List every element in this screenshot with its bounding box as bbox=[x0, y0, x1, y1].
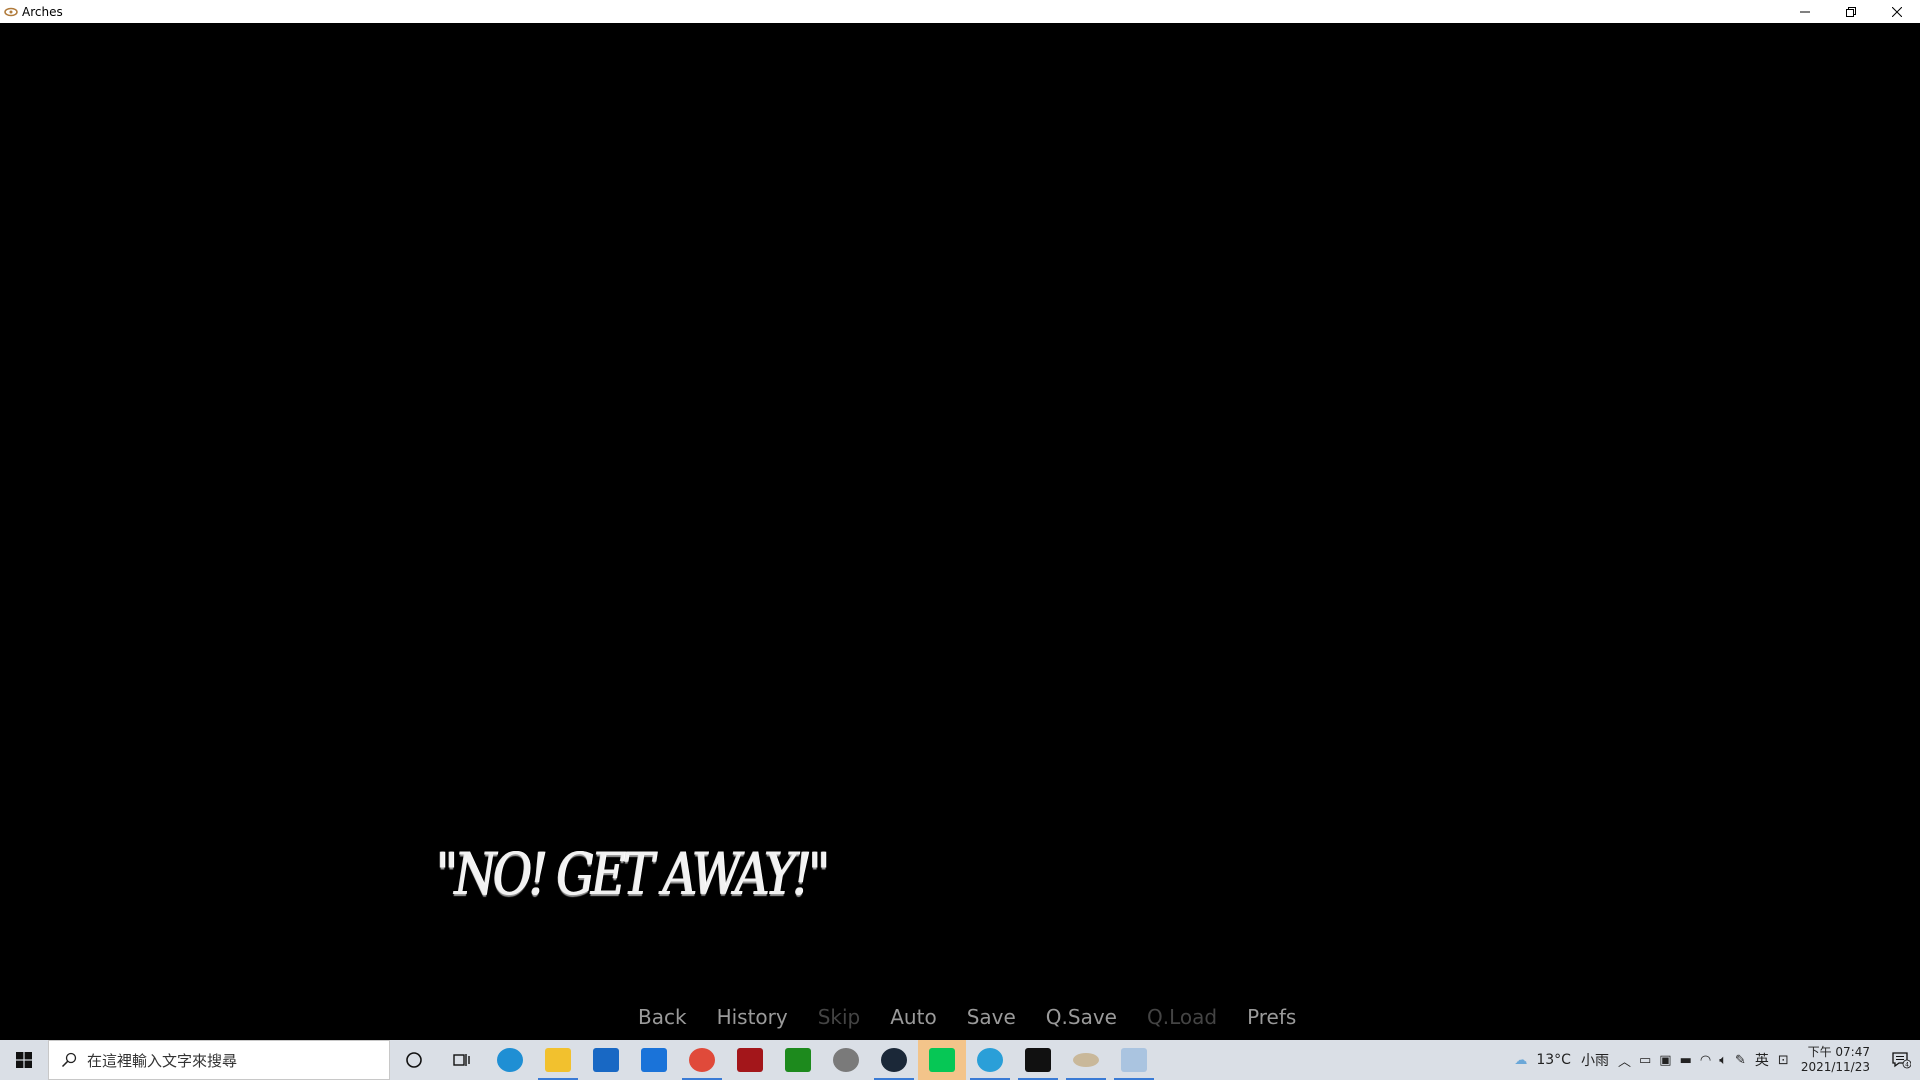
network-icon[interactable]: ◠ bbox=[1696, 1053, 1715, 1068]
line-taskbar-button[interactable] bbox=[918, 1040, 966, 1080]
7zip-taskbar-button[interactable] bbox=[1014, 1040, 1062, 1080]
mail-taskbar-button[interactable] bbox=[630, 1040, 678, 1080]
store-icon bbox=[593, 1048, 619, 1072]
telegram-taskbar-button[interactable] bbox=[966, 1040, 1014, 1080]
game-viewport[interactable]: "NO! GET AWAY!" bbox=[0, 23, 1920, 1040]
telegram-icon bbox=[977, 1048, 1003, 1072]
window-title: Arches bbox=[22, 4, 63, 19]
security-icon[interactable]: ▣ bbox=[1655, 1053, 1675, 1068]
taskbar-pinned-apps bbox=[486, 1040, 1158, 1080]
meet-now-icon[interactable]: ▭ bbox=[1635, 1053, 1655, 1068]
quickmenu-skip-button: Skip bbox=[817, 1005, 861, 1029]
quickmenu-back-button[interactable]: Back bbox=[623, 1004, 702, 1030]
search-icon bbox=[61, 1052, 77, 1068]
quickmenu-qload-button: Q.Load bbox=[1146, 1005, 1218, 1029]
pen-icon[interactable]: ✎ bbox=[1731, 1053, 1750, 1068]
notification-icon: 4 bbox=[1892, 1052, 1911, 1069]
xbox-taskbar-button[interactable] bbox=[774, 1040, 822, 1080]
steam-icon bbox=[881, 1048, 907, 1072]
quick-menu-buttons: Back History Skip Auto Save Q.Save Q.Load Prefs bbox=[623, 1004, 1311, 1030]
quickmenu-qsave-button[interactable]: Q.Save bbox=[1031, 1004, 1132, 1030]
restore-icon bbox=[1846, 6, 1856, 17]
window-controls bbox=[1782, 0, 1920, 23]
weather-icon: ☁ bbox=[1514, 1052, 1528, 1068]
search-placeholder: 在這裡輸入文字來搜尋 bbox=[87, 1051, 238, 1070]
arches-icon bbox=[1073, 1053, 1099, 1067]
quickmenu-prefs-button[interactable]: Prefs bbox=[1232, 1004, 1311, 1030]
cortana-button[interactable] bbox=[390, 1040, 438, 1080]
task-view-button[interactable] bbox=[438, 1040, 486, 1080]
system-tray: ☁ 13°C 小雨 ︿ ▭ ▣ ▬ ◠ 🔈︎ ✎ 英 ⊡ 下午 07:47 20… bbox=[1510, 1040, 1920, 1080]
ime-mode-icon[interactable]: ⊡ bbox=[1774, 1053, 1793, 1068]
battery-icon[interactable]: ▬ bbox=[1676, 1053, 1696, 1068]
mail-icon bbox=[641, 1048, 667, 1072]
edge-taskbar-button[interactable] bbox=[486, 1040, 534, 1080]
paint-icon bbox=[1121, 1048, 1147, 1072]
notification-count: 4 bbox=[1905, 1062, 1909, 1069]
volume-icon[interactable]: 🔈︎ bbox=[1715, 1053, 1731, 1068]
file-explorer-icon bbox=[545, 1048, 571, 1072]
quickmenu-history-button[interactable]: History bbox=[702, 1004, 803, 1030]
chrome-icon bbox=[689, 1048, 715, 1072]
arches-taskbar-button[interactable] bbox=[1062, 1040, 1110, 1080]
cortana-icon bbox=[406, 1052, 422, 1068]
taskbar: 在這裡輸入文字來搜尋 ☁ 13°C 小雨 ︿ ▭ ▣ ▬ ◠ 🔈︎ ✎ 英 ⊡ … bbox=[0, 1040, 1920, 1080]
quickmenu-auto-button[interactable]: Auto bbox=[875, 1004, 951, 1030]
xbox-icon bbox=[785, 1048, 811, 1072]
dialogue-text: "NO! GET AWAY!" bbox=[436, 840, 830, 908]
taskbar-clock[interactable]: 下午 07:47 2021/11/23 bbox=[1793, 1045, 1882, 1075]
task-view-icon bbox=[453, 1054, 470, 1066]
weather-condition[interactable]: 小雨 bbox=[1576, 1050, 1614, 1070]
notification-center-button[interactable]: 4 bbox=[1882, 1040, 1920, 1080]
paint-taskbar-button[interactable] bbox=[1110, 1040, 1158, 1080]
chrome-taskbar-button[interactable] bbox=[678, 1040, 726, 1080]
7zip-icon bbox=[1025, 1048, 1051, 1072]
clock-time: 下午 07:47 bbox=[1807, 1045, 1870, 1059]
red-app-taskbar-button[interactable] bbox=[726, 1040, 774, 1080]
clock-date: 2021/11/23 bbox=[1800, 1060, 1870, 1074]
store-taskbar-button[interactable] bbox=[582, 1040, 630, 1080]
steam-taskbar-button[interactable] bbox=[870, 1040, 918, 1080]
weather-temp[interactable]: 13°C bbox=[1531, 1052, 1576, 1068]
show-hidden-icons-chevron-icon[interactable]: ︿ bbox=[1614, 1051, 1635, 1070]
close-icon bbox=[1892, 6, 1902, 17]
ime-indicator[interactable]: 英 bbox=[1750, 1050, 1774, 1070]
link-app-icon bbox=[833, 1048, 859, 1072]
quickmenu-save-button[interactable]: Save bbox=[952, 1004, 1031, 1030]
arches-app-icon bbox=[4, 7, 18, 16]
file-explorer-taskbar-button[interactable] bbox=[534, 1040, 582, 1080]
edge-icon bbox=[497, 1048, 523, 1072]
start-button[interactable] bbox=[0, 1040, 48, 1080]
line-icon bbox=[929, 1048, 955, 1072]
red-app-icon bbox=[737, 1048, 763, 1072]
close-button[interactable] bbox=[1874, 0, 1920, 23]
minimize-icon bbox=[1800, 11, 1810, 12]
link-app-taskbar-button[interactable] bbox=[822, 1040, 870, 1080]
minimize-button[interactable] bbox=[1782, 0, 1828, 23]
windows-logo-icon bbox=[16, 1052, 32, 1068]
taskbar-search-input[interactable]: 在這裡輸入文字來搜尋 bbox=[48, 1040, 390, 1080]
window-titlebar: Arches bbox=[0, 0, 1920, 23]
restore-button[interactable] bbox=[1828, 0, 1874, 23]
